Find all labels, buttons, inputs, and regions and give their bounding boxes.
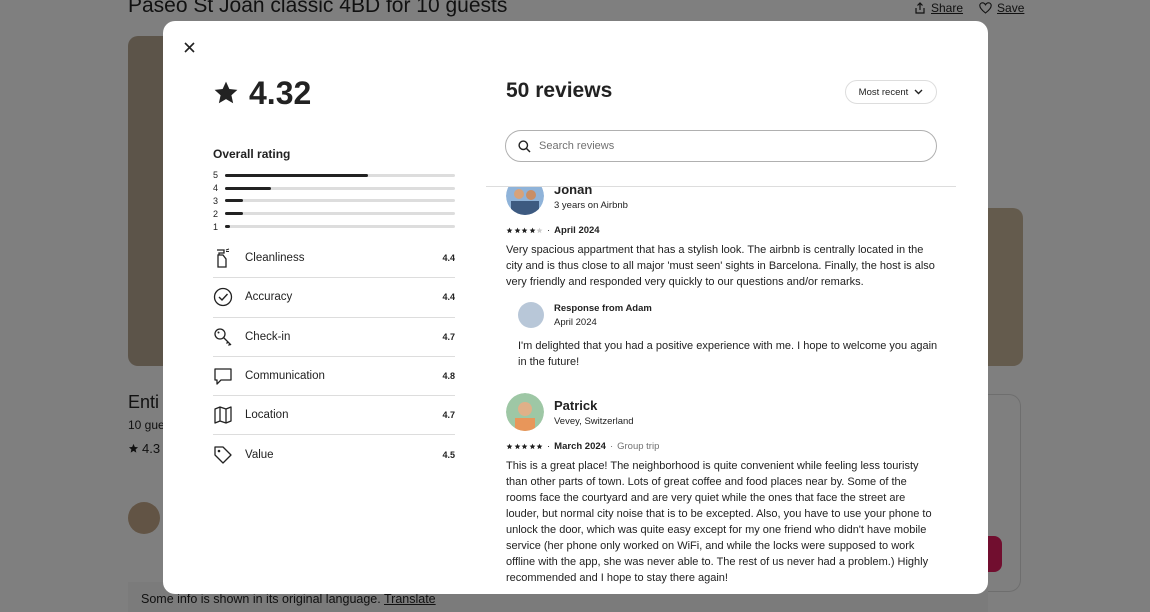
category-value: 4.4 xyxy=(442,253,455,264)
distribution-track xyxy=(225,212,455,216)
star-icon xyxy=(214,81,238,104)
overall-rating-score: 4.32 xyxy=(213,73,455,113)
star-icon xyxy=(536,443,543,450)
category-value: 4.7 xyxy=(442,410,455,421)
category-ratings: Cleanliness 4.4 Accuracy 4.4 Check-in 4.7 Comm… xyxy=(213,239,455,475)
review-trip-type: Group trip xyxy=(617,441,660,452)
reviewer-avatar xyxy=(506,187,544,215)
category-check-in: Check-in 4.7 xyxy=(213,318,455,357)
reviewer-avatar xyxy=(506,393,544,431)
review-date: April 2024 xyxy=(554,225,600,236)
review-text: This is a great place! The neighborhood … xyxy=(506,460,932,584)
host-response: Response from Adam April 2024 I'm deligh… xyxy=(518,302,938,370)
category-communication: Communication 4.8 xyxy=(213,357,455,397)
sort-dropdown[interactable]: Most recent xyxy=(845,80,937,104)
category-label: Value xyxy=(245,449,274,462)
distribution-track xyxy=(225,173,455,177)
rating-distribution: 5 43 2 1 xyxy=(213,169,455,233)
review-item: Patrick Vevey, Switzerland · March 2024 … xyxy=(506,393,938,586)
spray-bottle-icon xyxy=(213,247,245,269)
distribution-star-label: 2 xyxy=(213,208,219,219)
map-icon xyxy=(213,404,245,426)
distribution-fill xyxy=(225,225,230,229)
category-accuracy: Accuracy 4.4 xyxy=(213,278,455,318)
category-label: Communication xyxy=(245,370,325,383)
reviews-count-title: 50 reviews xyxy=(506,79,613,102)
category-value: 4.5 xyxy=(442,450,455,461)
category-label: Location xyxy=(245,409,289,422)
category-location: Location 4.7 xyxy=(213,396,455,436)
category-label: Cleanliness xyxy=(245,252,305,265)
search-reviews-input[interactable] xyxy=(539,140,899,152)
star-icon xyxy=(514,227,520,234)
review-text: Very spacious appartment that has a styl… xyxy=(506,244,935,288)
star-icon xyxy=(521,443,528,450)
reviewer-meta: 3 years on Airbnb xyxy=(554,199,628,211)
response-title: Response from Adam xyxy=(554,302,652,314)
distribution-fill xyxy=(225,173,368,177)
distribution-row-1: 1 xyxy=(213,220,455,233)
review-stars xyxy=(506,227,543,234)
search-reviews-box xyxy=(505,130,937,162)
key-icon xyxy=(213,326,245,348)
chevron-down-icon xyxy=(914,89,923,95)
reviewer-name: Johan xyxy=(554,187,593,197)
review-item: Johan 3 years on Airbnb · April 2024 Ver… xyxy=(506,187,938,370)
category-label: Accuracy xyxy=(245,291,293,304)
review-stars xyxy=(506,443,543,450)
distribution-row-3: 3 xyxy=(213,195,455,208)
check-circle-icon xyxy=(213,286,245,308)
search-icon xyxy=(518,139,531,153)
chat-bubble-icon xyxy=(213,365,245,387)
reviewer-meta: Vevey, Switzerland xyxy=(554,415,634,427)
star-icon xyxy=(506,443,513,450)
star-icon xyxy=(536,227,543,234)
overall-rating-label: Overall rating xyxy=(213,147,291,161)
distribution-star-label: 5 xyxy=(213,170,219,181)
category-label: Check-in xyxy=(245,330,291,343)
response-date: April 2024 xyxy=(554,316,597,328)
distribution-star-label: 1 xyxy=(213,221,219,232)
close-button[interactable] xyxy=(177,35,201,59)
star-icon xyxy=(506,227,513,234)
distribution-row-5: 5 xyxy=(213,169,455,182)
host-avatar xyxy=(518,302,544,328)
distribution-star-label: 4 xyxy=(213,183,219,194)
star-icon xyxy=(514,443,520,450)
reviews-panel: 50 reviews Most recent Johan 3 years on … xyxy=(486,21,956,594)
category-value: 4.4 xyxy=(442,292,455,303)
close-icon xyxy=(183,41,195,53)
distribution-row-2: 2 xyxy=(213,207,455,220)
star-icon xyxy=(529,227,535,234)
sort-label: Most recent xyxy=(858,86,909,98)
distribution-track xyxy=(225,199,455,203)
reviews-list[interactable]: Johan 3 years on Airbnb · April 2024 Ver… xyxy=(506,187,938,594)
rating-summary: 4.32 Overall rating 5 43 2 1 Cleanliness 4.4… xyxy=(213,73,455,475)
category-value: Value 4.5 xyxy=(213,435,455,474)
distribution-fill xyxy=(225,212,244,216)
star-icon xyxy=(529,443,535,450)
category-value: 4.7 xyxy=(442,331,455,342)
distribution-track xyxy=(225,225,455,229)
category-cleanliness: Cleanliness 4.4 xyxy=(213,239,455,279)
response-text: I'm delighted that you had a positive ex… xyxy=(518,340,938,368)
reviews-modal: 4.32 Overall rating 5 43 2 1 Cleanliness 4.4… xyxy=(163,21,988,594)
rating-value: 4.32 xyxy=(249,74,312,111)
tag-icon xyxy=(213,444,245,466)
reviewer-name: Patrick xyxy=(554,397,598,413)
review-date: March 2024 xyxy=(554,441,606,452)
distribution-star-label: 3 xyxy=(213,195,219,206)
star-icon xyxy=(521,227,528,234)
category-value: 4.8 xyxy=(442,371,455,382)
distribution-track xyxy=(225,186,455,190)
distribution-fill xyxy=(225,186,271,190)
distribution-row-4: 4 xyxy=(213,182,455,195)
distribution-fill xyxy=(225,199,244,203)
